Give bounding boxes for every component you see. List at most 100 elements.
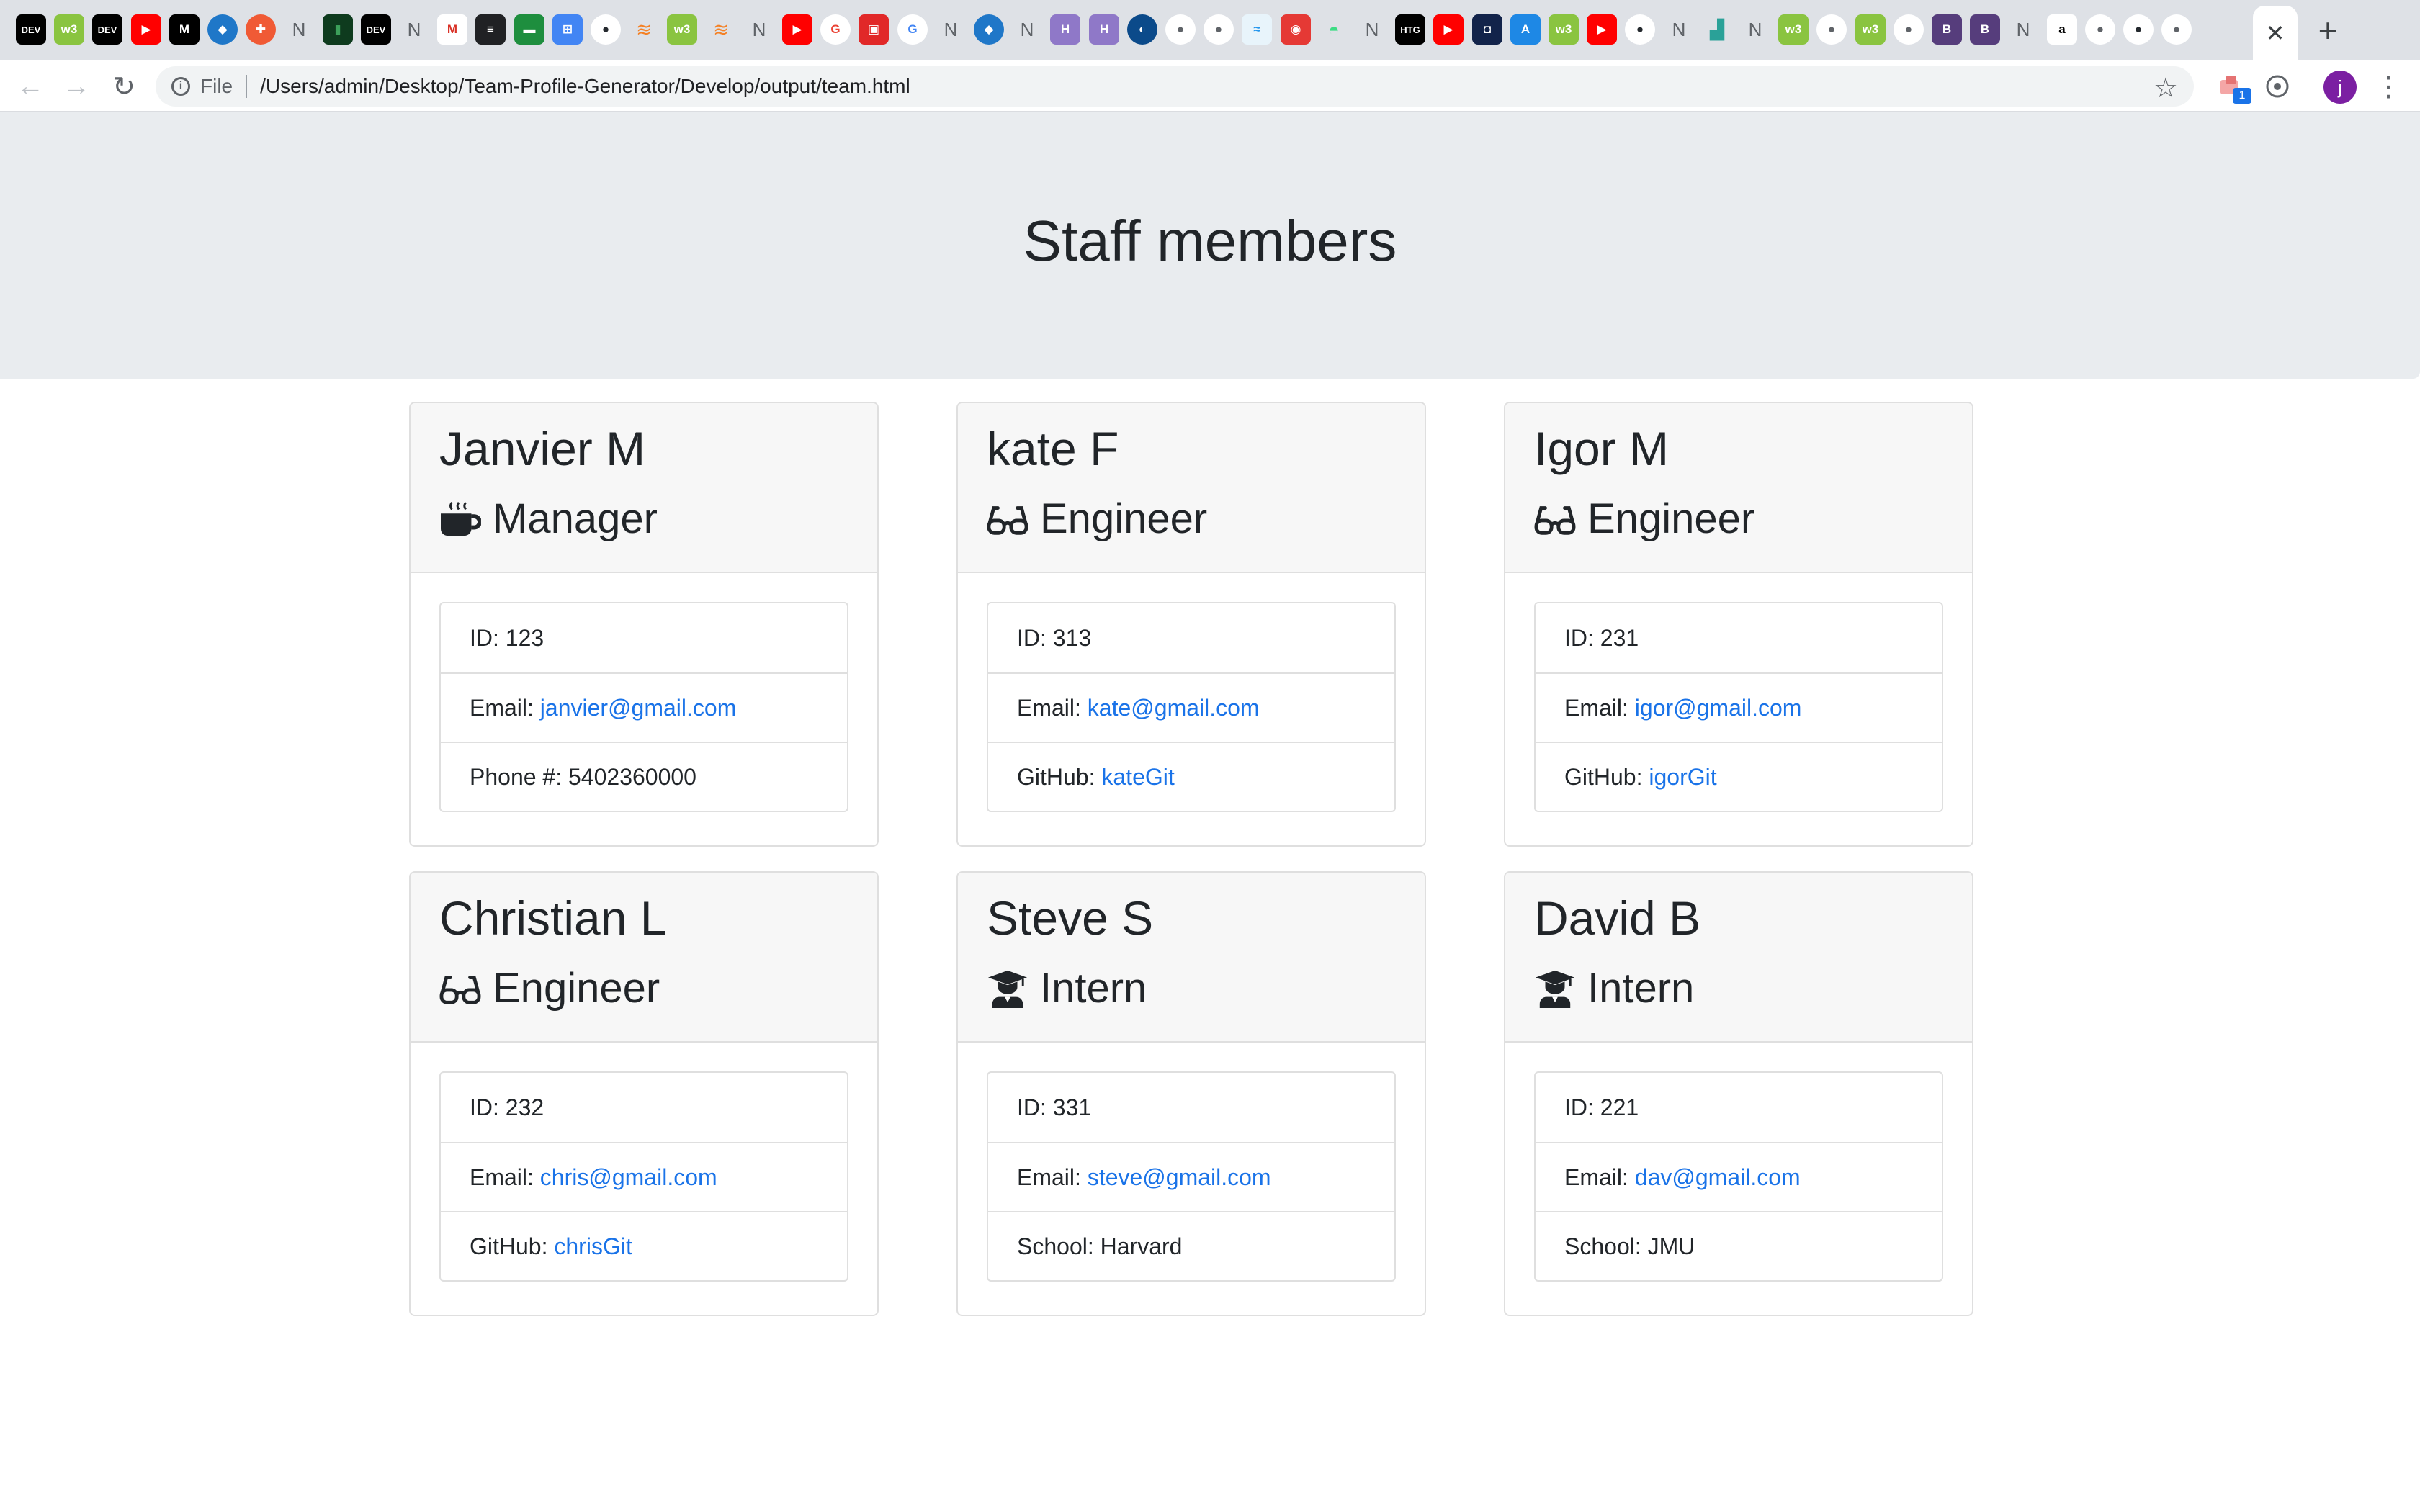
- chart-tab-icon[interactable]: ▟: [1702, 14, 1732, 45]
- w3-tab-icon[interactable]: w3: [1855, 14, 1886, 45]
- w3-tab-icon[interactable]: w3: [667, 14, 697, 45]
- notion-tab-icon[interactable]: N: [1664, 14, 1694, 45]
- reload-icon[interactable]: ↻: [107, 69, 141, 104]
- employee-card: kate F Engineer ID: 313 Email: kate@gmail.c…: [956, 402, 1426, 847]
- stackoverflow-tab-icon[interactable]: ≋: [629, 14, 659, 45]
- browser-menu-icon[interactable]: ⋮: [2374, 69, 2403, 104]
- notion-tab-icon[interactable]: N: [1740, 14, 1770, 45]
- back-arrow-icon[interactable]: ←: [13, 69, 48, 104]
- employee-role: Engineer: [439, 968, 848, 1009]
- w3-tab-icon[interactable]: w3: [1778, 14, 1809, 45]
- google-tab-icon[interactable]: G: [820, 14, 851, 45]
- notion-tab-icon[interactable]: N: [2008, 14, 2038, 45]
- employee-name: Janvier M: [439, 422, 646, 475]
- github-tab-icon[interactable]: ●: [2123, 14, 2154, 45]
- w3-tab-icon[interactable]: w3: [54, 14, 84, 45]
- detail-label: GitHub:: [470, 1233, 555, 1259]
- url-text[interactable]: /Users/admin/Desktop/Team-Profile-Genera…: [260, 75, 910, 98]
- dev-tab-icon[interactable]: DEV: [16, 14, 46, 45]
- detail-label: ID:: [1017, 1094, 1053, 1120]
- close-tab-icon[interactable]: ✕: [2266, 19, 2285, 47]
- notion-tab-icon[interactable]: N: [399, 14, 429, 45]
- employee-details: ID: 313 Email: kate@gmail.com GitHub: kate…: [987, 602, 1396, 812]
- youtube-tab-icon[interactable]: ▶: [782, 14, 812, 45]
- dark-tab-icon[interactable]: ◘: [1472, 14, 1502, 45]
- card-header: Steve S Intern: [958, 873, 1425, 1043]
- docker-tab-icon[interactable]: ≈: [1242, 14, 1272, 45]
- doc-tab-icon[interactable]: ≡: [475, 14, 506, 45]
- w3-tab-icon[interactable]: w3: [1549, 14, 1579, 45]
- extension-gray-icon[interactable]: [2263, 72, 2292, 101]
- pocket-tab-icon[interactable]: ✚: [246, 14, 276, 45]
- dev-tab-icon[interactable]: DEV: [361, 14, 391, 45]
- gmail-tab-icon[interactable]: M: [437, 14, 467, 45]
- digitalocean-tab-icon[interactable]: ◐: [1127, 14, 1157, 45]
- coffee-icon: [439, 500, 481, 539]
- detail-row: GitHub: chrisGit: [441, 1211, 847, 1280]
- detail-label: Email:: [1017, 694, 1088, 721]
- globe-tab-icon[interactable]: ●: [1204, 14, 1234, 45]
- detail-link[interactable]: chris@gmail.com: [540, 1164, 717, 1191]
- forward-arrow-icon[interactable]: →: [59, 69, 94, 104]
- notion-tab-icon[interactable]: N: [936, 14, 966, 45]
- youtube-tab-icon[interactable]: ▶: [131, 14, 161, 45]
- notion-tab-icon[interactable]: N: [284, 14, 314, 45]
- chat-tab-icon[interactable]: ▬: [514, 14, 544, 45]
- detail-link[interactable]: chrisGit: [554, 1233, 632, 1260]
- flipboard-tab-icon[interactable]: ▣: [859, 14, 889, 45]
- graduate-icon: [987, 969, 1028, 1008]
- appstore-tab-icon[interactable]: A: [1510, 14, 1541, 45]
- amazon-tab-icon[interactable]: a: [2047, 14, 2077, 45]
- bootstrap-tab-icon[interactable]: B: [1970, 14, 2000, 45]
- new-tab-button[interactable]: +: [2308, 10, 2348, 50]
- globe-tab-icon[interactable]: ●: [2161, 14, 2192, 45]
- calc-tab-icon[interactable]: ⊞: [552, 14, 583, 45]
- youtube-tab-icon[interactable]: ▶: [1587, 14, 1617, 45]
- detail-link[interactable]: janvier@gmail.com: [540, 695, 737, 721]
- bootstrap-tab-icon[interactable]: B: [1932, 14, 1962, 45]
- stackoverflow-tab-icon[interactable]: ≋: [706, 14, 736, 45]
- detail-value: 232: [505, 1094, 544, 1120]
- cube-tab-icon[interactable]: ◆: [974, 14, 1004, 45]
- heroku-tab-icon[interactable]: H: [1050, 14, 1080, 45]
- heroku-tab-icon[interactable]: H: [1089, 14, 1119, 45]
- active-tab[interactable]: ✕: [2253, 6, 2298, 60]
- globe-tab-icon[interactable]: ●: [2085, 14, 2115, 45]
- notion-tab-icon[interactable]: N: [744, 14, 774, 45]
- dev-tab-icon[interactable]: DEV: [92, 14, 122, 45]
- detail-label: ID:: [1564, 624, 1600, 651]
- info-icon[interactable]: i: [171, 77, 190, 96]
- detail-link[interactable]: kateGit: [1101, 764, 1174, 791]
- detail-row: ID: 313: [988, 603, 1394, 672]
- detail-row: GitHub: igorGit: [1536, 742, 1942, 811]
- medium-tab-icon[interactable]: M: [169, 14, 200, 45]
- glasses-icon: [1534, 500, 1576, 539]
- globe-tab-icon[interactable]: ●: [1165, 14, 1196, 45]
- globe-tab-icon[interactable]: ●: [1894, 14, 1924, 45]
- htg-tab-icon[interactable]: HTG: [1395, 14, 1425, 45]
- notion-tab-icon[interactable]: N: [1357, 14, 1387, 45]
- github-tab-icon[interactable]: ●: [591, 14, 621, 45]
- card-header: Igor M Engineer: [1505, 403, 1972, 573]
- detail-link[interactable]: igorGit: [1649, 764, 1716, 791]
- detail-link[interactable]: igor@gmail.com: [1635, 695, 1802, 721]
- leaf-tab-icon[interactable]: ▮: [323, 14, 353, 45]
- detail-link[interactable]: dav@gmail.com: [1635, 1164, 1801, 1191]
- github-tab-icon[interactable]: ●: [1625, 14, 1655, 45]
- role-label: Intern: [1040, 965, 1147, 1012]
- address-bar[interactable]: i File /Users/admin/Desktop/Team-Profile…: [156, 66, 2194, 107]
- bookmark-star-icon[interactable]: ☆: [2154, 72, 2178, 104]
- globe-tab-icon[interactable]: ●: [1816, 14, 1847, 45]
- google-tab-icon[interactable]: G: [897, 14, 928, 45]
- detail-row: Email: chris@gmail.com: [441, 1142, 847, 1211]
- detail-label: ID:: [1017, 624, 1053, 651]
- notion-tab-icon[interactable]: N: [1012, 14, 1042, 45]
- role-label: Manager: [493, 495, 658, 542]
- camera-tab-icon[interactable]: ◉: [1281, 14, 1311, 45]
- profile-avatar[interactable]: j: [2323, 71, 2357, 104]
- android-tab-icon[interactable]: ◓: [1319, 14, 1349, 45]
- detail-link[interactable]: steve@gmail.com: [1088, 1164, 1271, 1191]
- cube-tab-icon[interactable]: ◆: [207, 14, 238, 45]
- youtube-tab-icon[interactable]: ▶: [1433, 14, 1464, 45]
- detail-link[interactable]: kate@gmail.com: [1088, 695, 1260, 721]
